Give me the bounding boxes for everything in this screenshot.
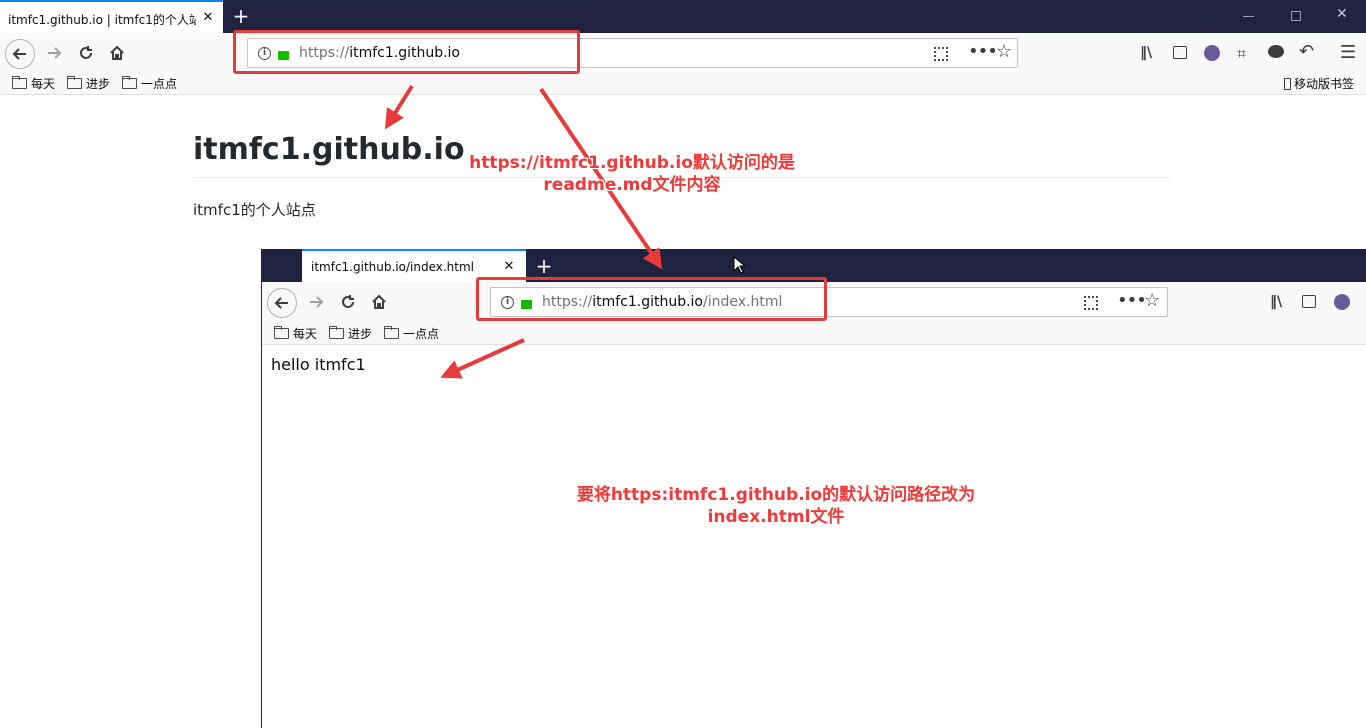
annotation-line: readme.md文件内容: [543, 175, 721, 195]
arrow-left-icon: [12, 48, 26, 60]
tab-strip: itmfc1.github.io | itmfc1的个人站点 ✕ + ✕: [0, 0, 1366, 33]
tab-title: itmfc1.github.io | itmfc1的个人站点: [8, 13, 196, 27]
page-heading: itmfc1.github.io: [193, 132, 465, 167]
page-actions-icon[interactable]: •••: [1117, 290, 1147, 311]
bookmark-star-icon[interactable]: ☆: [996, 41, 1012, 62]
annotation-line: 要将https:itmfc1.github.io的默认访问路径改为: [576, 485, 976, 505]
annotation-note-index: 要将https:itmfc1.github.io的默认访问路径改为 index.…: [546, 484, 1006, 528]
back-button[interactable]: [5, 39, 35, 69]
folder-icon: [329, 325, 345, 339]
avatar-icon[interactable]: [1204, 45, 1220, 61]
bookmark-folder[interactable]: 一点点: [122, 75, 177, 92]
restore-icon[interactable]: [1291, 11, 1301, 21]
close-icon[interactable]: ✕: [501, 259, 517, 275]
chat-icon[interactable]: [1268, 45, 1284, 58]
bookmark-folder[interactable]: 进步: [67, 75, 110, 92]
bookmark-folder[interactable]: 一点点: [384, 325, 439, 342]
inner-page-text: hello itmfc1: [271, 355, 366, 374]
reload-button[interactable]: [334, 288, 362, 316]
nav-toolbar: i https://itmfc1.github.io ••• ☆ ‖\ ⌗ ↶ …: [0, 33, 1366, 73]
sidebar-icon[interactable]: [1302, 295, 1316, 308]
folder-icon: [67, 76, 83, 89]
library-icon[interactable]: ‖\: [1270, 294, 1282, 310]
annotation-box-inner-url: [476, 277, 827, 321]
mobile-bookmarks[interactable]: 移动版书签: [1283, 75, 1354, 92]
annotation-line: index.html文件: [707, 507, 845, 527]
bookmark-star-icon[interactable]: ☆: [1144, 290, 1160, 311]
reload-icon: [342, 295, 354, 308]
forward-button[interactable]: [40, 39, 68, 67]
bookmarks-toolbar: 每天 进步 一点点 移动版书签: [0, 73, 1366, 95]
annotation-box-outer-url: [233, 30, 580, 74]
phone-icon: [1283, 77, 1291, 90]
annotation-note-readme: https://itmfc1.github.io默认访问的是 readme.md…: [452, 152, 812, 196]
qr-code-icon[interactable]: [934, 47, 948, 61]
home-button[interactable]: [103, 39, 131, 67]
arrow-right-icon: [48, 47, 62, 59]
home-icon: [110, 45, 124, 60]
library-icon[interactable]: ‖\: [1140, 45, 1152, 61]
arrow-right-icon: [310, 296, 324, 308]
page-actions-icon[interactable]: •••: [968, 41, 998, 62]
bookmark-label: 每天: [31, 77, 56, 91]
menu-icon[interactable]: ☰: [1340, 42, 1356, 63]
minimize-icon[interactable]: [1243, 16, 1254, 17]
folder-icon: [122, 76, 138, 89]
bookmark-label: 进步: [86, 77, 111, 91]
undo-icon[interactable]: ↶: [1299, 41, 1314, 62]
bookmark-label: 进步: [348, 326, 373, 341]
bookmark-label: 一点点: [141, 77, 178, 91]
bookmark-folder[interactable]: 进步: [329, 325, 372, 342]
mouse-cursor-icon: [733, 256, 745, 274]
avatar-icon[interactable]: [1334, 294, 1350, 310]
bookmark-label: 一点点: [403, 326, 440, 341]
bookmark-label: 每天: [293, 326, 318, 341]
arrow-left-icon: [274, 297, 288, 309]
home-button[interactable]: [365, 288, 393, 316]
folder-icon: [274, 325, 289, 339]
forward-button[interactable]: [302, 288, 330, 316]
screenshot-icon[interactable]: ⌗: [1237, 44, 1246, 64]
bookmark-folder[interactable]: 每天: [12, 75, 55, 92]
folder-icon: [12, 76, 27, 89]
reload-icon: [80, 46, 92, 59]
back-button[interactable]: [267, 288, 297, 318]
home-icon: [372, 294, 386, 309]
folder-icon: [384, 325, 400, 339]
qr-code-icon[interactable]: [1084, 296, 1098, 310]
inner-bookmarks-toolbar: 每天 进步 一点点: [262, 322, 1366, 345]
page-body-text: itmfc1的个人站点: [193, 201, 316, 219]
close-icon[interactable]: ✕: [200, 10, 216, 26]
bookmark-folder[interactable]: 每天: [274, 325, 317, 342]
annotation-line: https://itmfc1.github.io默认访问的是: [469, 153, 795, 173]
new-tab-plus-icon[interactable]: +: [534, 256, 554, 276]
mobile-bookmarks-label: 移动版书签: [1293, 77, 1354, 91]
close-window-icon[interactable]: ✕: [1336, 6, 1348, 22]
inner-tab-title: itmfc1.github.io/index.html: [311, 260, 474, 274]
new-tab-plus-icon[interactable]: +: [231, 6, 251, 26]
tab-active[interactable]: itmfc1.github.io | itmfc1的个人站点 ✕: [0, 0, 223, 33]
reload-button[interactable]: [72, 39, 100, 67]
sidebar-icon[interactable]: [1173, 46, 1187, 59]
